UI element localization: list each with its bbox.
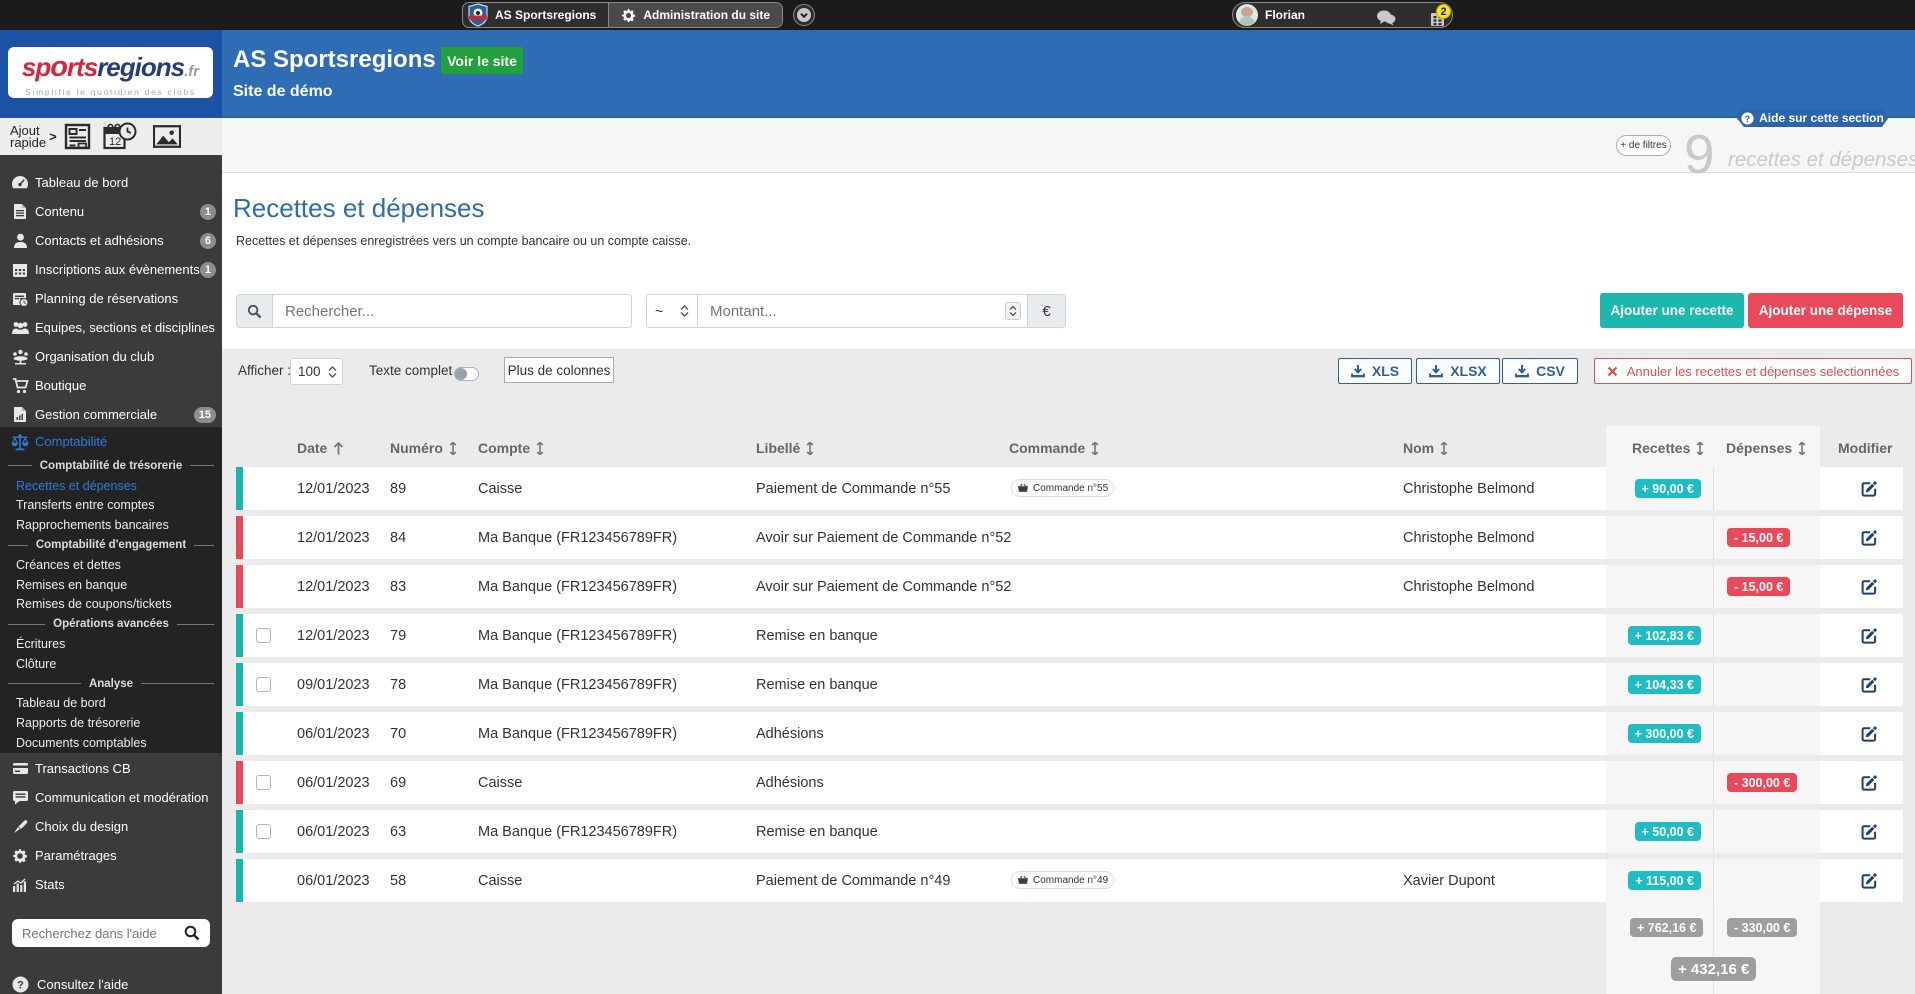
svg-text:12: 12 bbox=[109, 136, 121, 148]
svg-text:?: ? bbox=[17, 980, 24, 992]
svg-text:?: ? bbox=[1745, 113, 1750, 123]
